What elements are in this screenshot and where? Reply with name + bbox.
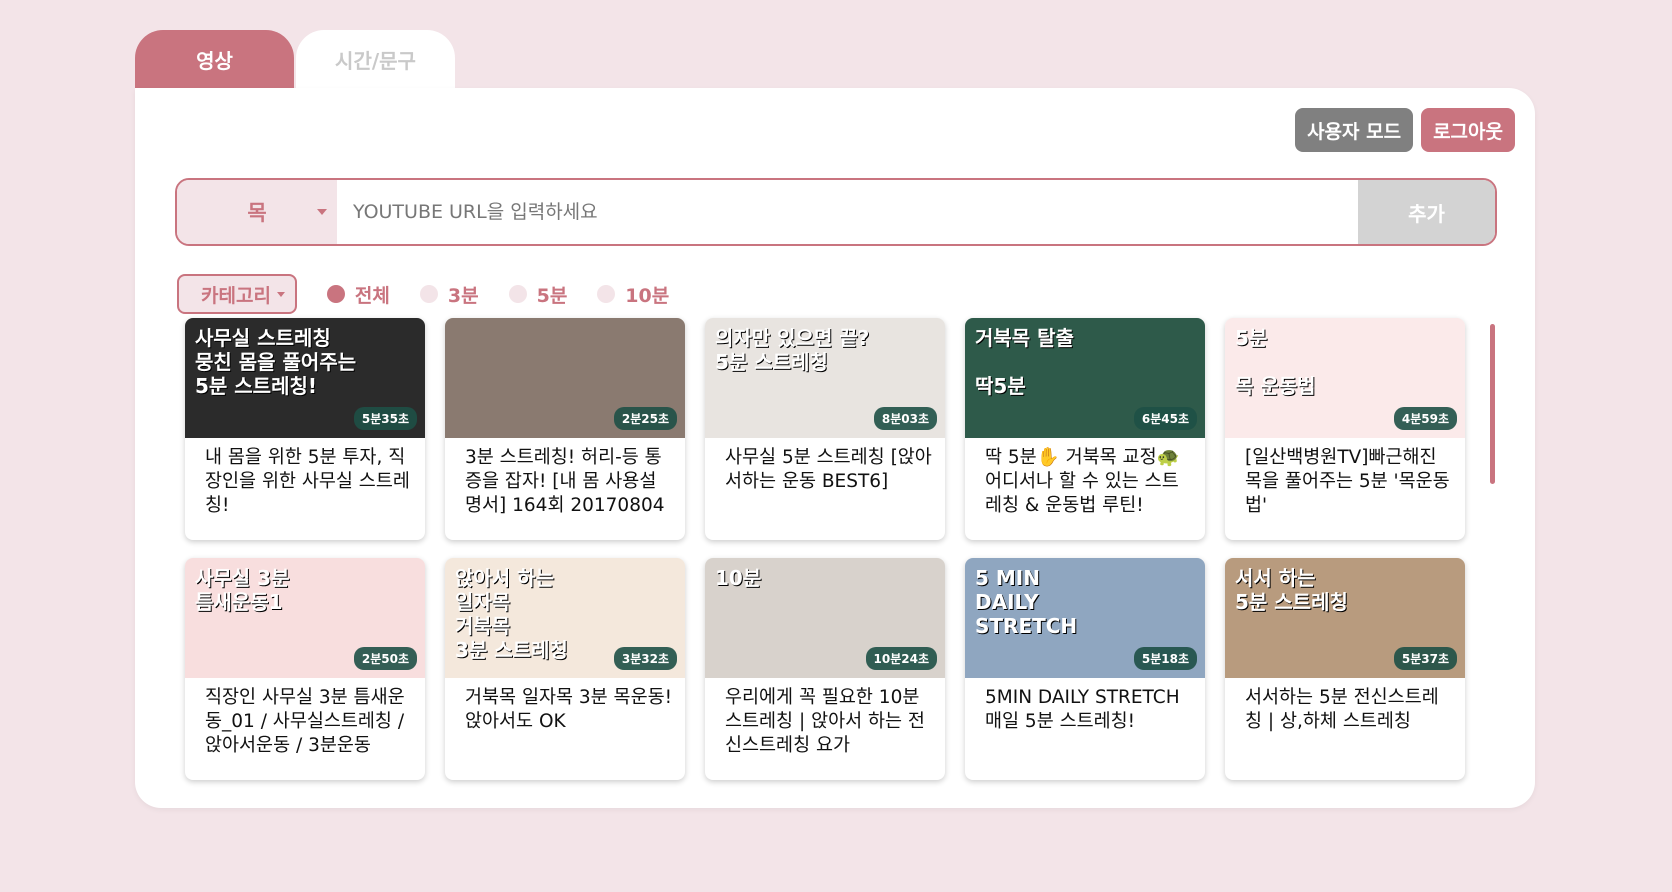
video-title: 3분 스트레칭! 허리-등 통증을 잡자! [내 몸 사용설명서] 164회 2… — [465, 447, 665, 516]
tab-time-phrase[interactable]: 시간/문구 — [296, 30, 455, 88]
chevron-down-icon — [317, 209, 327, 215]
thumbnail-text: 사무실 스트레칭 뭉친 몸을 풀어주는 5분 스트레칭! — [195, 326, 357, 398]
thumbnail-text: 5분 목 운동법 — [1235, 326, 1316, 398]
thumbnail-text: 앉아서 하는 일자목 거북목 3분 스트레칭 — [455, 566, 568, 662]
video-title: 거북목 일자목 3분 목운동! 앉아서도 OK — [465, 687, 673, 732]
video-card[interactable]: 10분 10분24초우리에게 꼭 필요한 10분 스트레칭 | 앉아서 하는 전신… — [705, 558, 945, 780]
filter-radio-10min[interactable]: 10분 — [597, 281, 669, 308]
thumbnail-text: 의자만 있으면 끝? 5분 스트레칭 — [715, 326, 870, 374]
radio-icon — [326, 285, 345, 303]
category-dropdown[interactable]: 카테고리 — [177, 274, 297, 314]
body-part-select-value: 목 — [247, 201, 267, 225]
video-title: 5MIN DAILY STRETCH 매일 5분 스트레칭! — [985, 687, 1180, 732]
add-button[interactable]: 추가 — [1358, 180, 1495, 244]
user-mode-button[interactable]: 사용자 모드 — [1295, 108, 1414, 152]
video-card[interactable]: 5 MIN DAILY STRETCH 5분18초 5MIN DAILY STRET… — [965, 558, 1205, 780]
video-card[interactable]: 사무실 3분 틈새운동1 2분50초직장인 사무실 3분 틈새운동_01 / 사무… — [185, 558, 425, 780]
duration-badge: 5분37초 — [1393, 647, 1457, 670]
radio-icon — [419, 285, 438, 303]
video-thumbnail[interactable]: 2분25초 — [445, 318, 685, 438]
video-title: 서서하는 5분 전신스트레칭 | 상,하체 스트레칭 — [1245, 687, 1439, 732]
video-title: 딱 5분✋ 거북목 교정🐢 어디서나 할 수 있는 스트레칭 & 운동법 루틴! — [985, 447, 1180, 516]
duration-badge: 2분50초 — [353, 647, 417, 670]
thumbnail-text: 서서 하는 5분 스트레칭 — [1235, 566, 1348, 614]
video-card[interactable]: 거북목 탈출 딱5분 6분45초딱 5분✋ 거북목 교정🐢 어디서나 할 수 있는… — [965, 318, 1205, 540]
duration-badge: 10분24초 — [865, 647, 937, 670]
video-thumbnail[interactable]: 10분 10분24초 — [705, 558, 945, 678]
video-grid: 사무실 스트레칭 뭉친 몸을 풀어주는 5분 스트레칭! 5분35초내 몸을 위한… — [185, 318, 1465, 780]
video-thumbnail[interactable]: 앉아서 하는 일자목 거북목 3분 스트레칭 3분32초 — [445, 558, 685, 678]
video-thumbnail[interactable]: 5 MIN DAILY STRETCH 5분18초 — [965, 558, 1205, 678]
filter-label: 5분 — [536, 284, 568, 307]
body-part-select[interactable]: 목 — [177, 180, 337, 244]
filter-label: 전체 — [354, 284, 390, 307]
video-card[interactable]: 의자만 있으면 끝? 5분 스트레칭 8분03초사무실 5분 스트레칭 [앉아서하… — [705, 318, 945, 540]
thumbnail-text: 10분 — [715, 566, 762, 590]
video-title: 직장인 사무실 3분 틈새운동_01 / 사무실스트레칭 / 앉아서운동 / 3… — [205, 687, 405, 756]
duration-badge: 2분25초 — [613, 407, 677, 430]
header-buttons: 사용자 모드 로그아웃 — [1295, 108, 1515, 152]
video-thumbnail[interactable]: 사무실 3분 틈새운동1 2분50초 — [185, 558, 425, 678]
url-bar: 목 추가 — [175, 178, 1497, 246]
video-title: 내 몸을 위한 5분 투자, 직장인을 위한 사무실 스트레칭! — [205, 447, 410, 516]
filter-radio-5min[interactable]: 5분 — [508, 281, 568, 308]
category-label: 카테고리 — [201, 284, 271, 307]
main-panel: 사용자 모드 로그아웃 목 추가 카테고리 전체 3분 5분 10분 사무실 스… — [135, 88, 1535, 808]
duration-badge: 4분59초 — [1393, 407, 1457, 430]
video-card[interactable]: 5분 목 운동법 4분59초 [일산백병원TV]빠근해진 목을 풀어주는 5분 '목… — [1225, 318, 1465, 540]
radio-icon — [508, 285, 527, 303]
filter-radio-3min[interactable]: 3분 — [419, 281, 479, 308]
thumbnail-text: 거북목 탈출 딱5분 — [975, 326, 1074, 398]
duration-badge: 5분35초 — [353, 407, 417, 430]
scrollbar[interactable] — [1490, 324, 1495, 484]
radio-icon — [597, 285, 616, 303]
filter-label: 3분 — [447, 284, 479, 307]
video-title: [일산백병원TV]빠근해진 목을 풀어주는 5분 '목운동법' — [1245, 447, 1450, 516]
video-card[interactable]: 서서 하는 5분 스트레칭 5분37초서서하는 5분 전신스트레칭 | 상,하체 … — [1225, 558, 1465, 780]
thumbnail-text: 사무실 3분 틈새운동1 — [195, 566, 290, 614]
video-card[interactable]: 사무실 스트레칭 뭉친 몸을 풀어주는 5분 스트레칭! 5분35초내 몸을 위한… — [185, 318, 425, 540]
chevron-down-icon — [276, 292, 285, 297]
youtube-url-input[interactable] — [337, 180, 1358, 244]
video-card[interactable]: 앉아서 하는 일자목 거북목 3분 스트레칭 3분32초거북목 일자목 3분 목운… — [445, 558, 685, 780]
filter-label: 10분 — [625, 284, 670, 307]
tab-bar: 영상 시간/문구 — [135, 30, 455, 88]
duration-badge: 5분18초 — [1133, 647, 1197, 670]
tab-video[interactable]: 영상 — [135, 30, 294, 88]
video-card[interactable]: 2분25초 3분 스트레칭! 허리-등 통증을 잡자! [내 몸 사용설명서] 1… — [445, 318, 685, 540]
duration-badge: 8분03초 — [873, 407, 937, 430]
video-thumbnail[interactable]: 서서 하는 5분 스트레칭 5분37초 — [1225, 558, 1465, 678]
video-thumbnail[interactable]: 의자만 있으면 끝? 5분 스트레칭 8분03초 — [705, 318, 945, 438]
filter-bar: 카테고리 전체 3분 5분 10분 — [177, 274, 669, 314]
video-title: 우리에게 꼭 필요한 10분 스트레칭 | 앉아서 하는 전신스트레칭 요가 — [725, 687, 925, 756]
video-thumbnail[interactable]: 사무실 스트레칭 뭉친 몸을 풀어주는 5분 스트레칭! 5분35초 — [185, 318, 425, 438]
duration-badge: 6분45초 — [1133, 407, 1197, 430]
video-thumbnail[interactable]: 5분 목 운동법 4분59초 — [1225, 318, 1465, 438]
duration-badge: 3분32초 — [613, 647, 677, 670]
video-title: 사무실 5분 스트레칭 [앉아서하는 운동 BEST6] — [725, 447, 932, 492]
logout-button[interactable]: 로그아웃 — [1421, 108, 1515, 152]
thumbnail-text: 5 MIN DAILY STRETCH — [975, 566, 1078, 638]
filter-radio-all[interactable]: 전체 — [326, 281, 390, 308]
video-thumbnail[interactable]: 거북목 탈출 딱5분 6분45초 — [965, 318, 1205, 438]
